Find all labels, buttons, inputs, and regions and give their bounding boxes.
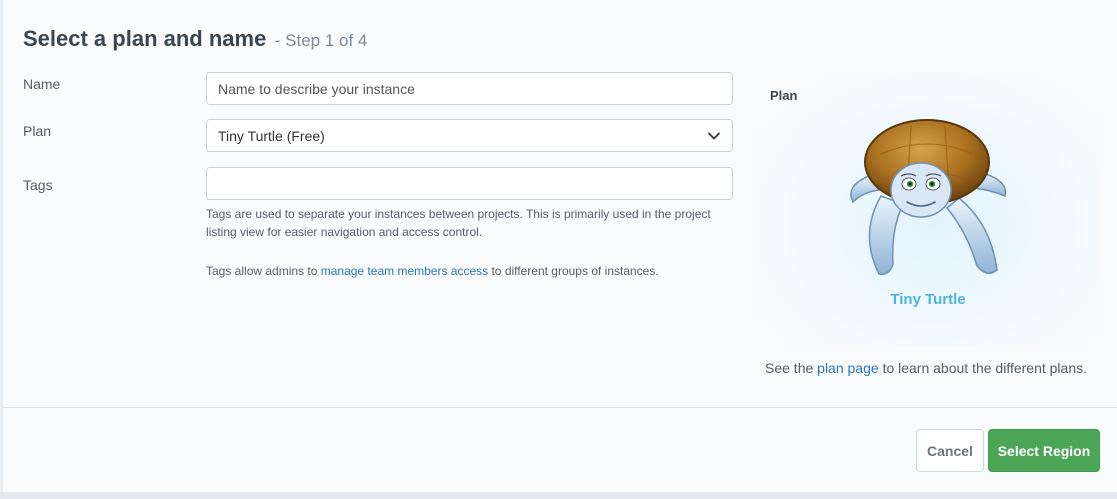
name-input[interactable]: [206, 72, 733, 105]
step-indicator: - Step 1 of 4: [274, 31, 368, 50]
plan-page-note: See the plan page to learn about the dif…: [765, 360, 1087, 376]
page-background-strip: [0, 492, 1117, 499]
tags-input[interactable]: [206, 167, 733, 200]
turtle-icon: [850, 119, 1007, 276]
tags-help-line-2: listing view for easier navigation and a…: [206, 225, 483, 239]
tags-help-text: Tags are used to separate your instances…: [206, 205, 711, 241]
plan-page-link[interactable]: plan page: [817, 360, 879, 376]
name-label: Name: [23, 76, 61, 92]
plan-selection-card: Select a plan and name - Step 1 of 4 Nam…: [3, 0, 1117, 493]
plan-note-suffix: to learn about the different plans.: [878, 360, 1088, 376]
plan-note-prefix: See the: [765, 360, 818, 376]
manage-team-access-link[interactable]: manage team members access: [321, 264, 488, 278]
tags-label: Tags: [23, 177, 53, 193]
chevron-down-icon: [708, 132, 720, 139]
select-region-button[interactable]: Select Region: [988, 429, 1100, 472]
footer-divider: [3, 407, 1117, 408]
page-heading: Select a plan and name - Step 1 of 4: [23, 26, 367, 52]
tags-admin-help-prefix: Tags allow admins to: [206, 264, 321, 278]
plan-select-value: Tiny Turtle (Free): [218, 127, 325, 144]
plan-preview-label: Plan: [770, 88, 798, 103]
tags-admin-help-suffix: to different groups of instances.: [488, 264, 659, 278]
plan-select[interactable]: Tiny Turtle (Free): [206, 119, 733, 152]
tags-admin-help: Tags allow admins to manage team members…: [206, 262, 659, 280]
tags-help-line-1: Tags are used to separate your instances…: [206, 207, 711, 221]
plan-label: Plan: [23, 123, 52, 139]
cancel-button[interactable]: Cancel: [916, 429, 984, 472]
plan-name: Tiny Turtle: [890, 291, 966, 308]
page-title: Select a plan and name: [23, 26, 267, 51]
plan-preview-panel: Plan Tiny Turtle: [755, 72, 1101, 347]
